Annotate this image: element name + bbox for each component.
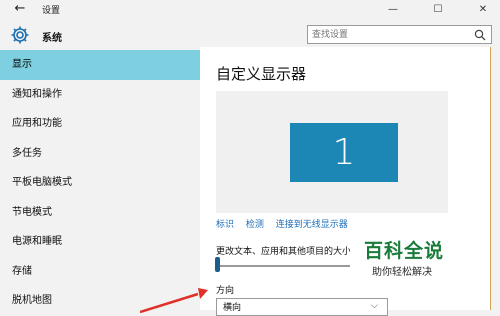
scale-slider-thumb[interactable] [215,257,220,272]
sidebar: 系统 显示 通知和操作 应用和功能 多任务 平板电脑模式 节电模式 电源和睡眠 … [0,20,200,310]
page-title: 自定义显示器 [216,65,307,83]
identify-link[interactable]: 标识 [216,220,234,230]
sidebar-header: 系统 [0,22,200,48]
sidebar-title: 系统 [42,33,62,44]
back-arrow-icon[interactable]: ← [12,1,28,17]
sidebar-item-battery-saver[interactable]: 节电模式 [0,198,200,228]
display-preview: 1 [216,91,448,213]
watermark-subtitle: 助你轻松解决 [372,267,432,278]
minimize-button[interactable]: — [378,0,408,20]
window-title: 设置 [42,6,61,16]
scale-slider-track[interactable] [216,265,350,267]
sidebar-item-tablet-mode[interactable]: 平板电脑模式 [0,168,200,198]
search-input[interactable] [312,27,467,42]
search-icon[interactable] [474,29,486,41]
scale-label: 更改文本、应用和其他项目的大小 [216,247,350,257]
sidebar-item-display[interactable]: 显示 [0,50,200,80]
watermark-logo: 百科全说 助你轻松解决 [354,236,464,286]
sidebar-item-notifications[interactable]: 通知和操作 [0,80,200,110]
close-button[interactable]: ✕ [468,0,498,20]
sidebar-item-power-sleep[interactable]: 电源和睡眠 [0,227,200,257]
sidebar-item-multitasking[interactable]: 多任务 [0,139,200,169]
maximize-button[interactable]: ☐ [423,0,453,20]
detect-link[interactable]: 检测 [246,220,264,230]
right-edge-strip [490,47,500,310]
sidebar-nav: 显示 通知和操作 应用和功能 多任务 平板电脑模式 节电模式 电源和睡眠 存储 … [0,50,200,316]
connect-wireless-link[interactable]: 连接到无线显示器 [276,220,348,230]
title-bar: ← 设置 — ☐ ✕ [0,0,500,20]
sidebar-item-apps[interactable]: 应用和功能 [0,109,200,139]
orientation-dropdown[interactable]: 横向 ⌵ [216,298,388,316]
orientation-value: 横向 [223,303,242,313]
gear-icon [11,26,29,44]
display-links: 标识 检测 连接到无线显示器 [216,217,357,230]
monitor-tile[interactable]: 1 [290,123,398,182]
search-box[interactable] [307,25,492,44]
sidebar-item-storage[interactable]: 存储 [0,257,200,287]
watermark-title: 百科全说 [364,240,445,262]
